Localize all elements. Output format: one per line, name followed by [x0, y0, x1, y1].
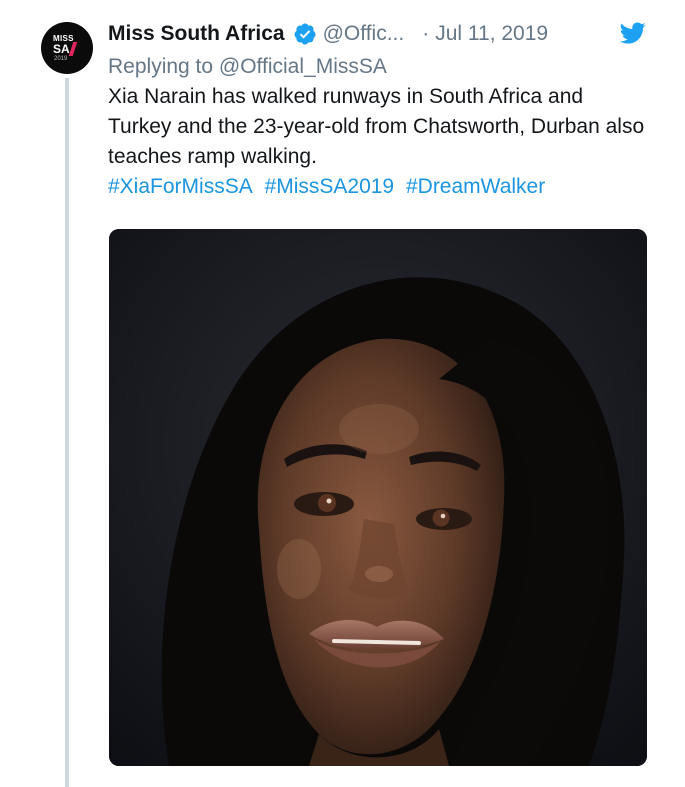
tweet-header: Miss South Africa @Offic... · Jul 11, 20… — [108, 18, 668, 50]
hashtag-link[interactable]: #DreamWalker — [406, 175, 545, 198]
replying-mention[interactable]: @Official_MissSA — [219, 55, 387, 78]
hashtag-list: #XiaForMissSA #MissSA2019 #DreamWalker — [108, 172, 668, 202]
header-separator: · — [422, 22, 430, 45]
logo-slash — [68, 42, 78, 56]
logo-sa-text: SA — [53, 42, 70, 56]
tweet-date[interactable]: Jul 11, 2019 — [435, 22, 548, 46]
tweet[interactable]: MISS SA 2019 Miss South Africa @Offic...… — [0, 0, 685, 787]
tweet-text: Xia Narain has walked runways in South A… — [108, 85, 645, 168]
logo-year-text: 2019 — [54, 56, 68, 62]
thread-line — [65, 78, 69, 787]
avatar[interactable]: MISS SA 2019 — [41, 22, 93, 74]
replying-prefix: Replying to — [108, 55, 214, 78]
author-handle[interactable]: @Offic... — [323, 22, 405, 46]
hashtag-link[interactable]: #MissSA2019 — [265, 175, 395, 198]
hashtag-link[interactable]: #XiaForMissSA — [108, 175, 253, 198]
replying-to: Replying to @Official_MissSA — [108, 52, 668, 82]
tweet-content: Miss South Africa @Offic... · Jul 11, 20… — [108, 18, 668, 202]
author-name[interactable]: Miss South Africa — [108, 22, 285, 46]
portrait-photo — [109, 229, 647, 766]
miss-sa-logo: MISS SA 2019 — [41, 22, 93, 74]
tweet-photo[interactable] — [109, 229, 647, 766]
verified-badge-icon — [294, 23, 316, 45]
